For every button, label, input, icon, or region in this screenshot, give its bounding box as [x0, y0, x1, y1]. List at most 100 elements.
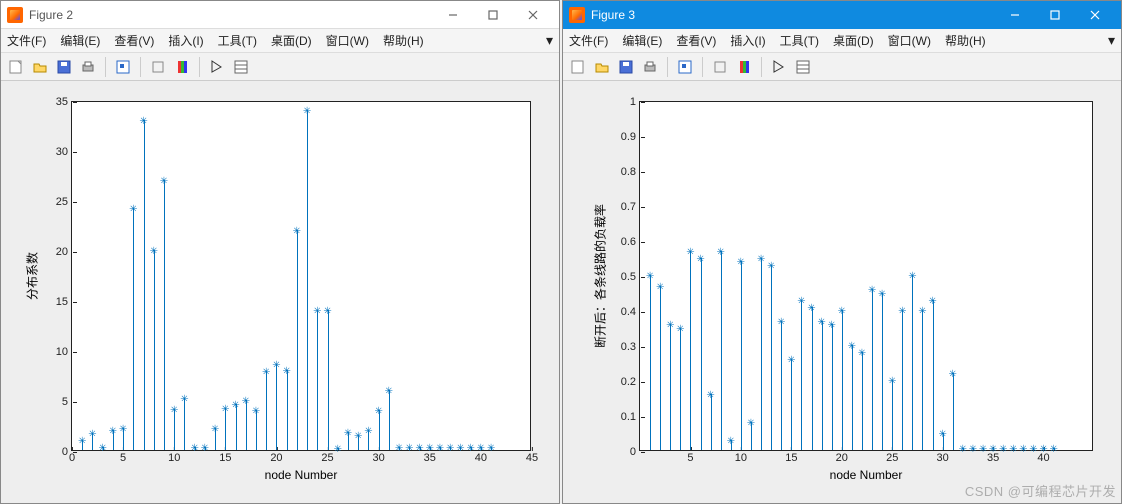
plot-area[interactable]: 分布系数 node Number 05101520253035051015202… — [1, 81, 559, 503]
y-tick: 0 — [630, 446, 640, 458]
minimize-button[interactable] — [433, 1, 473, 29]
new-figure-icon[interactable] — [5, 56, 27, 78]
marker: ✳ — [949, 370, 957, 380]
open-icon[interactable] — [29, 56, 51, 78]
stem — [882, 293, 883, 451]
property-inspector-icon[interactable] — [230, 56, 252, 78]
axes[interactable]: 分布系数 node Number 05101520253035051015202… — [71, 101, 531, 451]
menu-tools[interactable]: 工具(T) — [780, 32, 819, 49]
x-tick: 0 — [69, 450, 75, 464]
stem — [862, 352, 863, 450]
x-tick: 25 — [886, 450, 898, 464]
menu-overflow-icon[interactable]: ▾ — [1108, 32, 1115, 49]
stem — [660, 286, 661, 451]
data-cursor-icon[interactable] — [674, 56, 696, 78]
marker: ✳ — [807, 304, 815, 314]
marker: ✳ — [656, 283, 664, 293]
axes[interactable]: 断开后：各条线路的负载率 node Number 00.10.20.30.40.… — [639, 101, 1093, 451]
close-button[interactable] — [513, 1, 553, 29]
stem — [922, 310, 923, 450]
x-tick: 20 — [836, 450, 848, 464]
x-axis-label: node Number — [265, 468, 338, 482]
open-icon[interactable] — [591, 56, 613, 78]
titlebar[interactable]: Figure 3 — [563, 1, 1121, 29]
minimize-button[interactable] — [995, 1, 1035, 29]
marker: ✳ — [999, 445, 1007, 455]
menu-help[interactable]: 帮助(H) — [383, 32, 424, 49]
stem — [771, 265, 772, 451]
x-tick: 15 — [785, 450, 797, 464]
menu-view[interactable]: 查看(V) — [114, 32, 154, 49]
marker: ✳ — [88, 430, 96, 440]
maximize-button[interactable] — [473, 1, 513, 29]
save-icon[interactable] — [53, 56, 75, 78]
new-figure-icon[interactable] — [567, 56, 589, 78]
y-tick: 25 — [56, 196, 72, 208]
marker: ✳ — [344, 429, 352, 439]
marker: ✳ — [797, 297, 805, 307]
toolbar — [563, 53, 1121, 81]
menu-edit[interactable]: 编辑(E) — [60, 32, 100, 49]
titlebar[interactable]: Figure 2 — [1, 1, 559, 29]
colorbar-icon[interactable] — [733, 56, 755, 78]
marker: ✳ — [666, 321, 674, 331]
x-tick: 10 — [168, 450, 180, 464]
menu-insert[interactable]: 插入(I) — [168, 32, 203, 49]
edit-plot-icon[interactable] — [768, 56, 790, 78]
toolbar-separator — [667, 57, 668, 77]
marker: ✳ — [757, 255, 765, 265]
marker: ✳ — [777, 318, 785, 328]
marker: ✳ — [928, 297, 936, 307]
stem — [164, 180, 165, 450]
menu-desktop[interactable]: 桌面(D) — [271, 32, 312, 49]
stem — [317, 310, 318, 450]
y-tick: 15 — [56, 296, 72, 308]
print-icon[interactable] — [77, 56, 99, 78]
x-tick: 25 — [321, 450, 333, 464]
menu-window[interactable]: 窗口(W) — [326, 32, 369, 49]
window-title: Figure 2 — [29, 8, 433, 22]
marker: ✳ — [727, 437, 735, 447]
marker: ✳ — [415, 444, 423, 454]
stem — [670, 324, 671, 450]
menu-desktop[interactable]: 桌面(D) — [833, 32, 874, 49]
marker: ✳ — [888, 377, 896, 387]
link-icon[interactable] — [709, 56, 731, 78]
property-inspector-icon[interactable] — [792, 56, 814, 78]
marker: ✳ — [827, 321, 835, 331]
menu-window[interactable]: 窗口(W) — [888, 32, 931, 49]
y-tick: 0.7 — [621, 201, 640, 213]
window-buttons — [995, 1, 1115, 29]
marker: ✳ — [989, 445, 997, 455]
data-cursor-icon[interactable] — [112, 56, 134, 78]
stem — [852, 345, 853, 450]
print-icon[interactable] — [639, 56, 661, 78]
maximize-button[interactable] — [1035, 1, 1075, 29]
marker: ✳ — [262, 368, 270, 378]
menu-file[interactable]: 文件(F) — [569, 32, 608, 49]
menu-tools[interactable]: 工具(T) — [218, 32, 257, 49]
stem — [297, 230, 298, 450]
toolbar-separator — [761, 57, 762, 77]
menu-edit[interactable]: 编辑(E) — [622, 32, 662, 49]
plot-area[interactable]: 断开后：各条线路的负载率 node Number 00.10.20.30.40.… — [563, 81, 1121, 503]
stem — [801, 300, 802, 451]
marker: ✳ — [717, 248, 725, 258]
save-icon[interactable] — [615, 56, 637, 78]
menu-overflow-icon[interactable]: ▾ — [546, 32, 553, 49]
marker: ✳ — [323, 307, 331, 317]
menu-view[interactable]: 查看(V) — [676, 32, 716, 49]
edit-plot-icon[interactable] — [206, 56, 228, 78]
marker: ✳ — [696, 255, 704, 265]
marker: ✳ — [109, 427, 117, 437]
menu-help[interactable]: 帮助(H) — [945, 32, 986, 49]
link-icon[interactable] — [147, 56, 169, 78]
marker: ✳ — [1049, 445, 1057, 455]
marker: ✳ — [898, 307, 906, 317]
marker: ✳ — [817, 318, 825, 328]
menu-insert[interactable]: 插入(I) — [730, 32, 765, 49]
y-tick: 0.4 — [621, 306, 640, 318]
colorbar-icon[interactable] — [171, 56, 193, 78]
close-button[interactable] — [1075, 1, 1115, 29]
menu-file[interactable]: 文件(F) — [7, 32, 46, 49]
